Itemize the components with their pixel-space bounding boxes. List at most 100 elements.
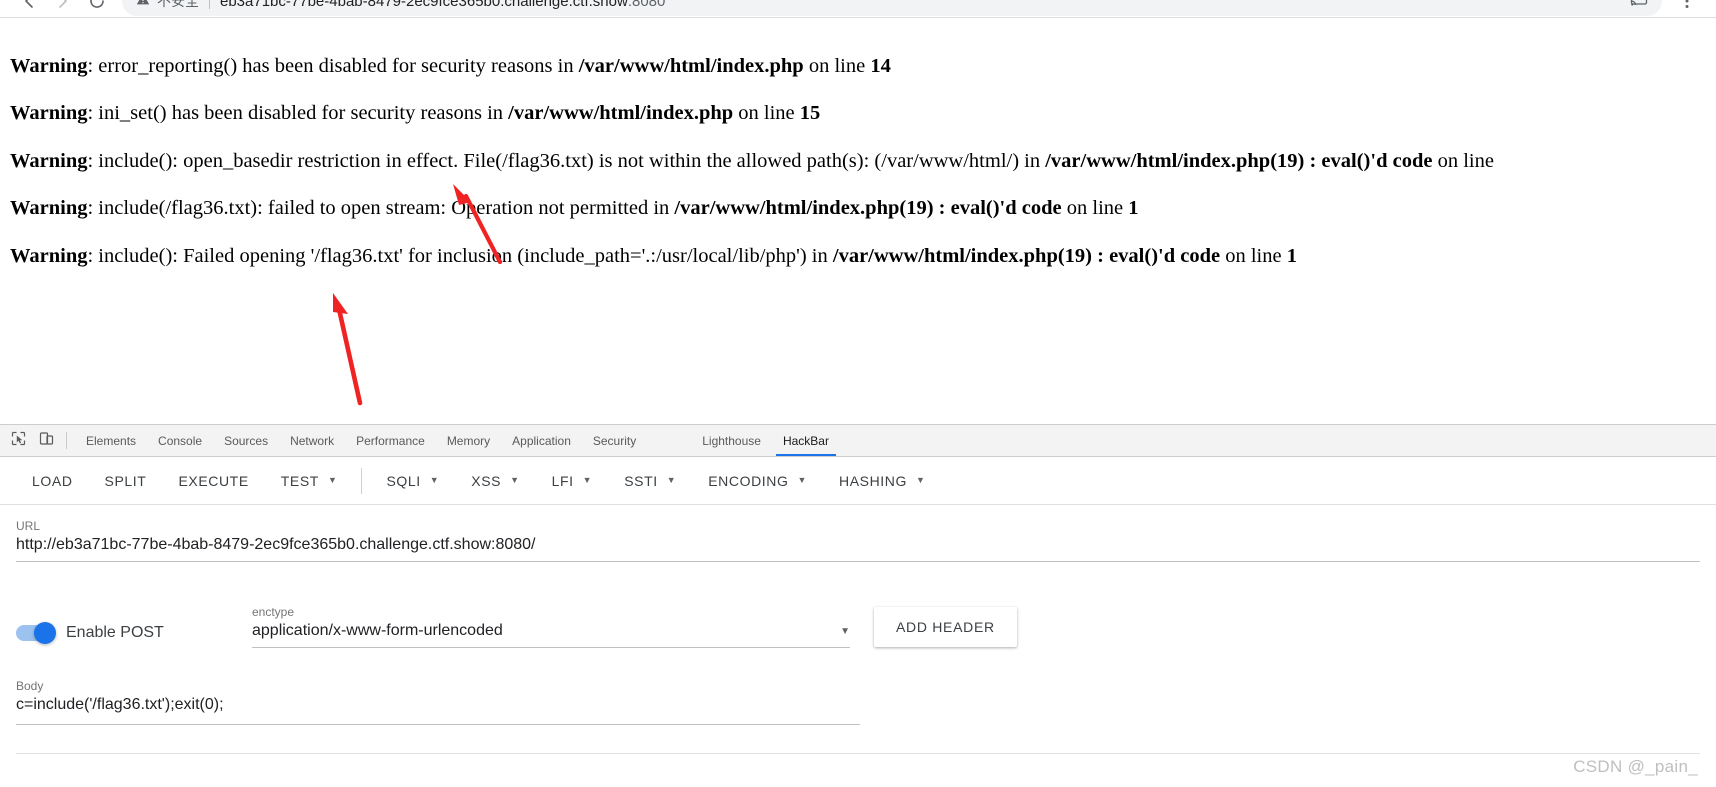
hackbar-ssti-menu[interactable]: SSTI ▼ (608, 463, 692, 499)
warning-label: Warning (10, 245, 88, 267)
hackbar-bottom-divider (16, 753, 1700, 754)
toggle-switch-icon[interactable] (16, 622, 56, 644)
hackbar-load-button[interactable]: LOAD (16, 463, 89, 499)
warning-line: Warning: include(): Failed opening '/fla… (10, 244, 1297, 269)
omnibox-trailing-icons (1630, 0, 1648, 13)
warning-online: on line (1220, 245, 1287, 267)
warning-path: /var/www/html/index.php(19) : eval()'d c… (832, 245, 1221, 267)
warning-message: : include(/flag36.txt): failed to open s… (87, 197, 675, 219)
tab-console[interactable]: Console (147, 425, 213, 456)
address-bar-url: eb3a71bc-77be-4bab-8479-2ec9fce365b0.cha… (220, 0, 1623, 10)
hackbar-toolbar-divider (361, 467, 363, 494)
cast-icon[interactable] (1630, 0, 1648, 13)
hackbar-xss-label: XSS (471, 472, 502, 489)
hackbar-xss-menu[interactable]: XSS ▼ (455, 463, 535, 499)
hackbar-body-label: Body (16, 679, 44, 693)
hackbar-lfi-menu[interactable]: LFI ▼ (536, 463, 609, 499)
chevron-down-icon: ▼ (666, 475, 677, 485)
hackbar-sqli-label: SQLI (386, 472, 421, 489)
tab-application[interactable]: Application (501, 425, 582, 456)
device-toolbar-icon (39, 431, 54, 451)
hackbar-url-field[interactable]: URL http://eb3a71bc-77be-4bab-8479-2ec9f… (16, 519, 1700, 562)
more-menu-icon (1678, 0, 1696, 10)
tab-network[interactable]: Network (279, 425, 345, 456)
tab-security[interactable]: Security (582, 425, 647, 456)
warning-path: /var/www/html/index.php (508, 102, 734, 124)
hackbar-execute-button[interactable]: EXECUTE (162, 463, 264, 499)
warning-line-number: 1 (1128, 197, 1139, 219)
reload-button[interactable] (80, 0, 114, 17)
hackbar-load-label: LOAD (32, 472, 73, 489)
chevron-down-icon: ▼ (916, 475, 926, 485)
devtools-toolbar-divider (66, 432, 67, 449)
devtools-tabbar: Elements Console Sources Network Perform… (0, 425, 1716, 457)
hackbar-hashing-menu[interactable]: HASHING ▼ (823, 463, 942, 499)
hackbar-sqli-menu[interactable]: SQLI ▼ (370, 463, 455, 499)
chrome-separator (0, 17, 1716, 18)
forward-button[interactable] (46, 0, 80, 17)
hackbar-enctype-field[interactable]: enctype application/x-www-form-urlencode… (252, 605, 850, 648)
php-warning-output: Warning: error_reporting() has been disa… (0, 20, 1716, 420)
back-button[interactable] (12, 0, 46, 17)
warning-message: : include(): open_basedir restriction in… (87, 150, 1046, 172)
hackbar-test-menu[interactable]: TEST ▼ (265, 463, 354, 499)
chevron-down-icon: ▼ (797, 475, 807, 485)
devtools-panel: Elements Console Sources Network Perform… (0, 424, 1716, 787)
url-port: :8080 (627, 0, 666, 10)
tab-sources[interactable]: Sources (213, 425, 279, 456)
warning-label: Warning (10, 55, 88, 77)
tab-elements[interactable]: Elements (75, 425, 147, 456)
chevron-down-icon: ▼ (510, 475, 520, 485)
hackbar-body-input[interactable]: c=include('/flag36.txt');exit(0); (16, 696, 860, 725)
hackbar-encoding-menu[interactable]: ENCODING ▼ (692, 463, 823, 499)
hackbar-body-field[interactable]: Body c=include('/flag36.txt');exit(0); (16, 679, 860, 725)
device-toolbar-button[interactable] (32, 425, 60, 456)
tab-lighthouse[interactable]: Lighthouse (691, 425, 772, 456)
hackbar-url-label: URL (16, 519, 41, 533)
hackbar-enable-post-toggle[interactable]: Enable POST (16, 622, 252, 648)
reload-icon (87, 0, 107, 11)
hackbar-url-input[interactable]: http://eb3a71bc-77be-4bab-8479-2ec9fce36… (16, 536, 1700, 562)
hackbar-split-button[interactable]: SPLIT (89, 463, 163, 499)
hackbar-encoding-label: ENCODING (708, 472, 789, 489)
warning-label: Warning (10, 197, 88, 219)
hackbar-test-label: TEST (280, 472, 319, 489)
hackbar-add-header-button[interactable]: ADD HEADER (874, 607, 1017, 647)
warning-path: /var/www/html/index.php(19) : eval()'d c… (674, 197, 1062, 219)
warning-path: /var/www/html/index.php(19) : eval()'d c… (1045, 150, 1433, 172)
hackbar-enctype-select[interactable]: application/x-www-form-urlencoded ▼ (252, 622, 850, 648)
hackbar-toolbar: LOAD SPLIT EXECUTE TEST ▼ SQLI ▼ XSS ▼ LFI ▼… (0, 457, 1716, 505)
warning-message: : error_reporting() has been disabled fo… (87, 55, 579, 77)
warning-path: /var/www/html/index.php (578, 55, 804, 77)
toggle-knob (34, 622, 56, 644)
browser-menu-button[interactable] (1670, 0, 1704, 17)
warning-line-number: 15 (799, 102, 821, 124)
hackbar-panel: LOAD SPLIT EXECUTE TEST ▼ SQLI ▼ XSS ▼ LFI ▼… (0, 457, 1716, 787)
warning-online: on line (803, 55, 871, 77)
hackbar-split-label: SPLIT (104, 472, 147, 489)
inspect-element-button[interactable] (4, 425, 32, 456)
tab-hackbar[interactable]: HackBar (772, 425, 840, 456)
chevron-down-icon: ▼ (582, 475, 593, 485)
chevron-down-icon: ▼ (429, 475, 440, 485)
warning-message: : include(): Failed opening '/flag36.txt… (87, 245, 833, 267)
chevron-down-icon: ▼ (840, 626, 850, 637)
chevron-down-icon: ▼ (327, 475, 338, 485)
hackbar-ssti-label: SSTI (624, 472, 658, 489)
warning-online: on line (1061, 197, 1129, 219)
browser-chrome: 不安全 eb3a71bc-77be-4bab-8479-2ec9fce365b0… (0, 0, 1716, 17)
warning-label: Warning (10, 150, 88, 172)
tab-performance[interactable]: Performance (345, 425, 436, 456)
warning-line: Warning: include(): open_basedir restric… (10, 149, 1494, 174)
url-host: eb3a71bc-77be-4bab-8479-2ec9fce365b0.cha… (220, 0, 628, 10)
address-bar[interactable]: 不安全 eb3a71bc-77be-4bab-8479-2ec9fce365b0… (122, 0, 1662, 16)
hackbar-post-row: Enable POST enctype application/x-www-fo… (16, 605, 1700, 648)
warning-label: Warning (10, 102, 88, 124)
csdn-watermark: CSDN @_pain_ (1573, 757, 1698, 776)
insecure-warning-icon[interactable] (136, 0, 150, 11)
tab-memory[interactable]: Memory (436, 425, 501, 456)
hackbar-enctype-label: enctype (252, 605, 295, 619)
warning-line-number: 1 (1286, 245, 1297, 267)
insecure-label: 不安全 (157, 0, 199, 9)
warning-online: on line (733, 102, 800, 124)
